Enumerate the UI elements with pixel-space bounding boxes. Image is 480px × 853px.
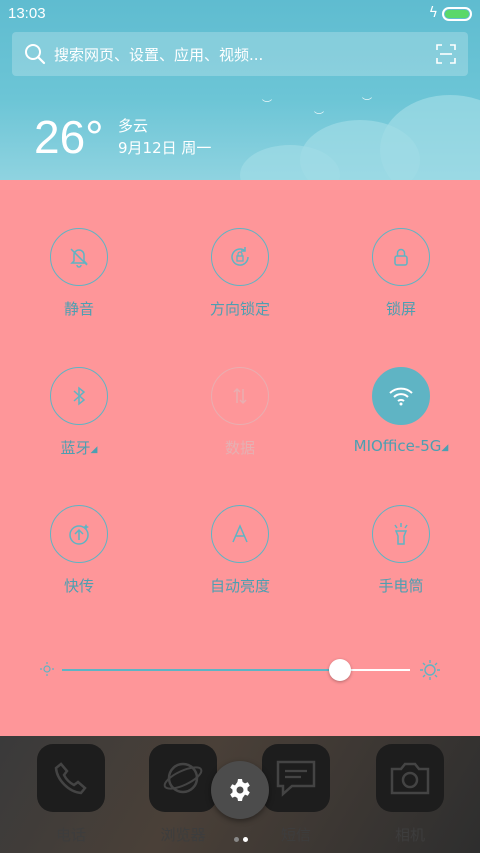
status-bar: 13:03 ϟ bbox=[0, 0, 480, 28]
toggle-flashlight[interactable]: 手电筒 bbox=[331, 505, 471, 596]
app-camera[interactable]: 相机 bbox=[365, 744, 455, 845]
app-name: 短信 bbox=[280, 826, 311, 844]
toggle-mobile-data[interactable]: 数据 bbox=[170, 367, 310, 458]
auto-brightness-icon bbox=[211, 505, 269, 563]
temperature: 26° bbox=[34, 111, 104, 163]
toggle-mute[interactable]: 静音 bbox=[9, 228, 149, 319]
search-placeholder: 搜索网页、设置、应用、视频... bbox=[54, 46, 264, 64]
toggle-label: 蓝牙◢ bbox=[60, 439, 98, 457]
toggle-label: 方向锁定 bbox=[209, 300, 270, 318]
toggle-label: 静音 bbox=[63, 300, 94, 318]
toggle-bluetooth[interactable]: 蓝牙◢ bbox=[9, 367, 149, 458]
phone-icon bbox=[37, 744, 105, 812]
message-icon bbox=[262, 744, 330, 812]
header-weather-area: ︶ ︶ ︶ 13:03 ϟ 搜索网页、设置、应用、视频... 26° 多云 9月… bbox=[0, 0, 480, 180]
toggle-label: 数据 bbox=[224, 439, 255, 457]
flashlight-icon bbox=[372, 505, 430, 563]
toggle-label: 锁屏 bbox=[385, 300, 416, 318]
battery-icon bbox=[442, 7, 472, 21]
brightness-low-icon bbox=[40, 662, 54, 676]
gear-icon bbox=[230, 779, 250, 801]
bird-decoration: ︶ bbox=[262, 100, 272, 111]
settings-button[interactable] bbox=[211, 761, 269, 819]
toggle-label: 自动亮度 bbox=[209, 577, 270, 595]
quick-share-icon bbox=[50, 505, 108, 563]
search-bar[interactable]: 搜索网页、设置、应用、视频... bbox=[12, 32, 468, 76]
weather-date: 9月12日 周一 bbox=[118, 139, 212, 157]
toggle-wifi[interactable]: MIOffice-5G◢ bbox=[331, 367, 471, 455]
search-icon bbox=[25, 44, 46, 65]
toggle-label: MIOffice-5G◢ bbox=[353, 437, 449, 455]
toggle-rotation-lock[interactable]: 方向锁定 bbox=[170, 228, 310, 319]
toggle-quick-share[interactable]: 快传 bbox=[9, 505, 149, 596]
toggle-label: 手电筒 bbox=[378, 577, 424, 595]
toggle-label: 快传 bbox=[63, 577, 94, 595]
bird-decoration: ︶ bbox=[362, 98, 372, 109]
toggle-lock-screen[interactable]: 锁屏 bbox=[331, 228, 471, 319]
brightness-slider[interactable] bbox=[40, 659, 440, 681]
slider-thumb[interactable] bbox=[329, 659, 352, 681]
bird-decoration: ︶ bbox=[314, 112, 324, 123]
app-name: 电话 bbox=[55, 826, 86, 844]
clock: 13:03 bbox=[8, 5, 46, 22]
app-name: 相机 bbox=[394, 826, 425, 844]
scan-icon[interactable] bbox=[436, 44, 456, 64]
home-dock: 电话 浏览器 短信 相机 bbox=[0, 736, 480, 853]
bluetooth-icon bbox=[50, 367, 108, 425]
charging-icon: ϟ bbox=[428, 5, 438, 21]
slider-track[interactable] bbox=[62, 659, 410, 681]
browser-icon bbox=[149, 744, 217, 812]
rotation-lock-icon bbox=[211, 228, 269, 286]
lock-icon bbox=[372, 228, 430, 286]
mobile-data-icon bbox=[211, 367, 269, 425]
control-panel: 静音 方向锁定 锁屏 蓝牙◢ 数据 MIOffice-5G◢ 快传 自动亮度 手… bbox=[0, 180, 480, 736]
toggle-auto-brightness[interactable]: 自动亮度 bbox=[170, 505, 310, 596]
app-phone[interactable]: 电话 bbox=[26, 744, 116, 845]
wifi-icon bbox=[372, 367, 430, 425]
page-indicator bbox=[232, 827, 250, 846]
weather-condition: 多云 bbox=[118, 117, 149, 135]
camera-icon bbox=[376, 744, 444, 812]
app-name: 浏览器 bbox=[160, 826, 206, 844]
bell-off-icon bbox=[50, 228, 108, 286]
brightness-high-icon bbox=[420, 660, 440, 680]
